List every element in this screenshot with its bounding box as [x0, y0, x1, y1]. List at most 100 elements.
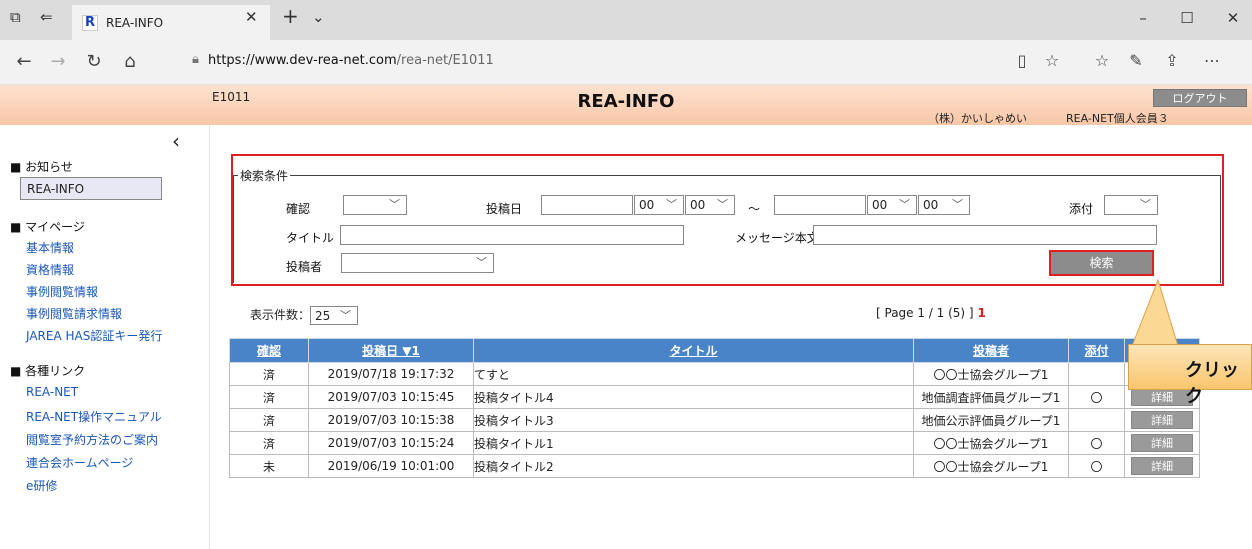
share-icon[interactable]: ⇪	[1160, 51, 1184, 70]
row-detail-cell: 詳細	[1124, 408, 1200, 432]
member-name: REA-NET個人会員３	[1066, 112, 1169, 125]
poster-label: 投稿者	[286, 260, 323, 274]
row-poster: 〇〇士協会グループ1	[913, 362, 1069, 386]
row-attach	[1068, 362, 1125, 386]
sidebar-item-qualification[interactable]: 資格情報	[26, 261, 74, 278]
sidebar-item-rea-info[interactable]: REA-INFO	[20, 177, 162, 200]
reading-view-icon[interactable]: ▯	[1010, 51, 1034, 70]
forward-icon[interactable]: →	[46, 51, 70, 72]
col-confirm[interactable]: 確認	[229, 338, 309, 363]
sidebar-item-e-learning[interactable]: e研修	[26, 477, 57, 494]
tab-actions-icon[interactable]: ⧉	[10, 8, 21, 26]
browser-tab[interactable]: R REA-INFO	[72, 5, 270, 40]
hour-from-select[interactable]: 00 ﹀	[634, 195, 684, 215]
row-poster: 〇〇士協会グループ1	[913, 431, 1069, 455]
minimize-icon[interactable]: –	[1128, 9, 1158, 27]
poster-select[interactable]: ﹀	[341, 253, 494, 273]
refresh-icon[interactable]: ↻	[82, 51, 106, 72]
row-attach	[1068, 408, 1125, 432]
row-title: 投稿タイトル3	[473, 408, 914, 432]
close-tab-icon[interactable]: ✕	[245, 8, 258, 26]
sidebar-item-has-key[interactable]: JAREA HAS認証キー発行	[26, 327, 162, 344]
minute-from-select[interactable]: 00 ﹀	[685, 195, 735, 215]
col-post-date[interactable]: 投稿日 ▼1	[308, 338, 474, 363]
sidebar-item-manual[interactable]: REA-NET操作マニュアル	[26, 408, 162, 425]
hour-to-select[interactable]: 00 ﹀	[867, 195, 917, 215]
back-icon[interactable]: ←	[12, 51, 36, 72]
sidebar-item-case-request[interactable]: 事例閲覧請求情報	[26, 305, 122, 322]
row-title: 投稿タイトル1	[473, 431, 914, 455]
favorites-list-icon[interactable]: ☆	[1090, 51, 1114, 70]
count-value: 25	[315, 309, 331, 323]
sidebar-head-news: ■ お知らせ	[10, 160, 73, 174]
row-detail-cell: 詳細	[1124, 431, 1200, 455]
detail-button[interactable]: 詳細	[1131, 411, 1193, 429]
logout-button[interactable]: ログアウト	[1153, 89, 1247, 107]
home-icon[interactable]: ⌂	[118, 51, 142, 72]
current-page-link[interactable]: 1	[977, 306, 985, 320]
search-button[interactable]: 検索	[1049, 250, 1154, 276]
chevron-down-icon: ﹀	[952, 198, 963, 211]
page-header: E1011 REA-INFO ログアウト （株）かいしゃめい REA-NET個人…	[0, 85, 1252, 125]
window-close-icon[interactable]: ✕	[1218, 9, 1248, 27]
sidebar-item-homepage[interactable]: 連合会ホームページ	[26, 454, 133, 471]
sidebar-head-links: ■ 各種リンク	[10, 364, 86, 378]
row-poster: 〇〇士協会グループ1	[913, 454, 1069, 478]
hour-from-value: 00	[639, 198, 655, 212]
sidebar-item-basic-info[interactable]: 基本情報	[26, 239, 74, 256]
detail-button[interactable]: 詳細	[1131, 388, 1193, 406]
collapse-sidebar-icon[interactable]: ‹	[172, 129, 180, 153]
callout-text: クリック	[1185, 360, 1239, 407]
sidebar-item-reservation[interactable]: 閲覧室予約方法のご案内	[26, 431, 158, 448]
post-date-from-input[interactable]	[541, 195, 633, 215]
count-select[interactable]: 25 ﹀	[310, 306, 359, 325]
post-date-to-input[interactable]	[774, 195, 866, 215]
url-field[interactable]: https://www.dev-rea-net.com/rea-net/E101…	[208, 53, 494, 68]
count-selector: 表示件数： 25 ﹀	[250, 306, 359, 325]
range-tilde: ～	[748, 202, 761, 216]
pen-icon[interactable]: ✎	[1124, 51, 1148, 70]
favorite-star-icon[interactable]: ☆	[1040, 51, 1064, 70]
minute-from-value: 00	[690, 198, 706, 212]
chevron-down-icon: ﹀	[476, 256, 487, 269]
sidebar-item-rea-net[interactable]: REA-NET	[26, 385, 78, 399]
sidebar-item-case-view[interactable]: 事例閲覧情報	[26, 283, 98, 300]
table-row: 済 2019/07/03 10:15:24 投稿タイトル1 〇〇士協会グループ1…	[229, 431, 1200, 455]
col-attach: 添付	[1068, 338, 1125, 363]
table-header-row: 確認 投稿日 ▼1 タイトル 投稿者 添付 詳細	[229, 338, 1200, 363]
col-title[interactable]: タイトル	[473, 338, 914, 363]
maximize-icon[interactable]: ☐	[1172, 9, 1202, 27]
minute-to-select[interactable]: 00 ﹀	[918, 195, 970, 215]
row-date: 2019/07/03 10:15:24	[308, 431, 474, 455]
detail-button[interactable]: 詳細	[1131, 457, 1193, 475]
count-label: 表示件数：	[250, 308, 311, 322]
search-legend: 検索条件	[238, 167, 291, 184]
detail-button[interactable]: 詳細	[1131, 434, 1193, 452]
new-tab-icon[interactable]: +	[282, 4, 299, 28]
title-label: タイトル	[286, 231, 335, 245]
lock-icon: 🔒︎	[192, 52, 199, 67]
col-poster[interactable]: 投稿者	[913, 338, 1069, 363]
table-row: 未 2019/06/19 10:01:00 投稿タイトル2 〇〇士協会グループ1…	[229, 454, 1200, 478]
set-aside-tabs-icon[interactable]: ⇐	[40, 8, 53, 26]
row-poster: 地価公示評価員グループ1	[913, 408, 1069, 432]
title-input[interactable]	[340, 225, 684, 245]
row-confirm: 未	[229, 454, 309, 478]
sidebar: ‹ ■ お知らせ REA-INFO ■ マイページ 基本情報 資格情報 事例閲覧…	[0, 125, 210, 549]
page-info-text: [ Page 1 / 1 (5) ]	[876, 306, 974, 320]
row-attach: 〇	[1068, 431, 1125, 455]
url-host: https://www.dev-rea-net.com	[208, 53, 397, 68]
chevron-down-icon: ﹀	[340, 309, 352, 322]
row-confirm: 済	[229, 408, 309, 432]
url-path: /rea-net/E1011	[396, 53, 494, 68]
message-input[interactable]	[813, 225, 1157, 245]
tab-preview-chevron-icon[interactable]: ⌄	[312, 8, 325, 26]
minute-to-value: 00	[923, 198, 939, 212]
row-date: 2019/07/03 10:15:38	[308, 408, 474, 432]
more-icon[interactable]: ⋯	[1200, 51, 1224, 70]
row-title: 投稿タイトル4	[473, 385, 914, 409]
row-confirm: 済	[229, 385, 309, 409]
attach-select[interactable]: ﹀	[1104, 195, 1158, 215]
chevron-down-icon: ﹀	[666, 198, 677, 211]
confirm-select[interactable]: ﹀	[343, 195, 407, 215]
